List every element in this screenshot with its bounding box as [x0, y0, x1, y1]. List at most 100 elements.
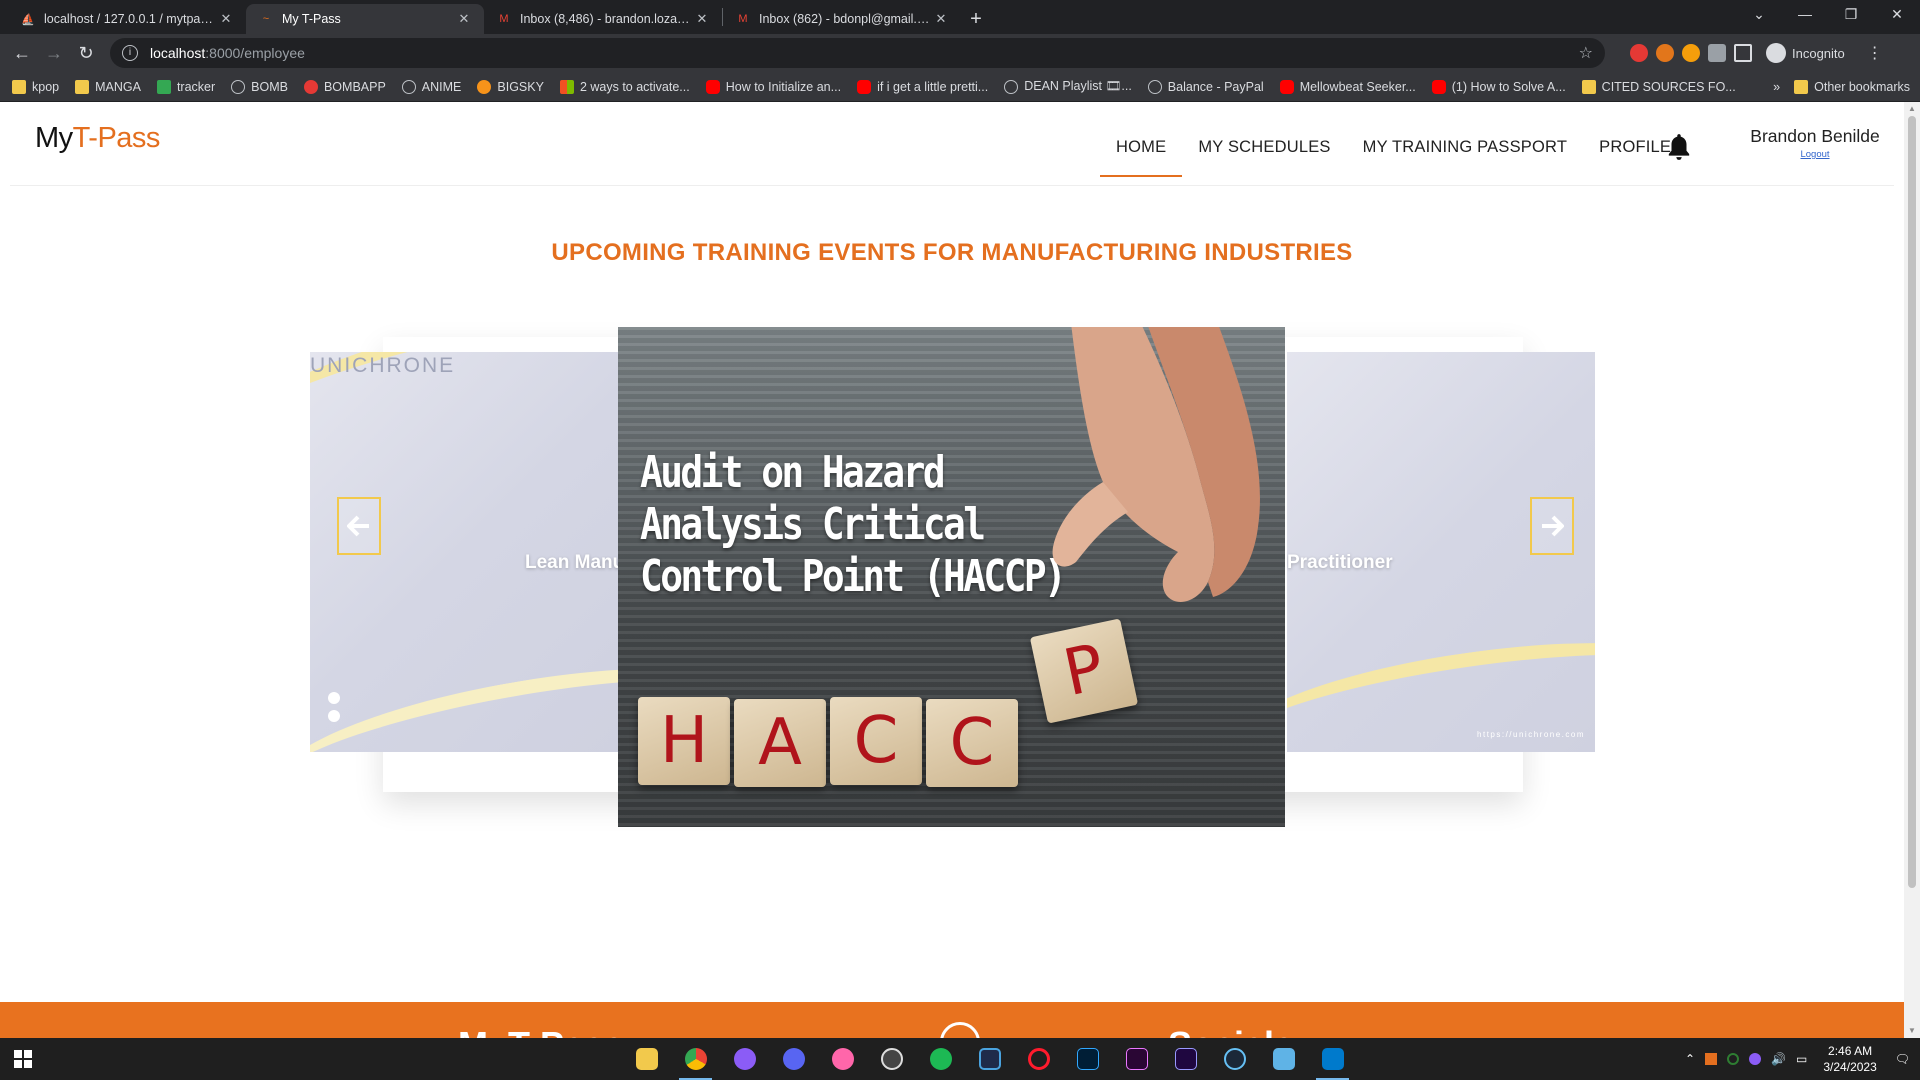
file-explorer-icon[interactable]: [622, 1038, 671, 1080]
bookmark-item[interactable]: BIGSKY: [477, 79, 544, 94]
bookmark-item[interactable]: How to Initialize an...: [705, 79, 841, 94]
discord-icon[interactable]: [769, 1038, 818, 1080]
carousel-prev-button[interactable]: [337, 497, 381, 555]
close-tab-icon[interactable]: ✕: [933, 11, 949, 27]
clock-time: 2:46 AM: [1828, 1044, 1873, 1058]
facebook-icon: [328, 692, 340, 704]
tray-messenger-icon[interactable]: [1749, 1053, 1762, 1065]
profile-button[interactable]: Incognito: [1766, 43, 1845, 63]
extension-red-icon[interactable]: [1630, 44, 1648, 62]
bookmark-item[interactable]: Balance - PayPal: [1147, 79, 1264, 94]
bookmark-item[interactable]: (1) How to Solve A...: [1431, 79, 1566, 94]
tab-gmail-2[interactable]: M Inbox (862) - bdonpl@gmail.com ✕: [723, 4, 961, 34]
decorative-swoosh: [310, 639, 618, 752]
site-info-icon[interactable]: i: [122, 45, 138, 61]
spotify-icon[interactable]: [916, 1038, 965, 1080]
tab-title: My T-Pass: [282, 12, 341, 26]
notification-bell-icon[interactable]: [1666, 132, 1692, 162]
bookmark-item[interactable]: if i get a little pretti...: [857, 79, 988, 94]
block-c2: C: [926, 699, 1018, 787]
new-tab-button[interactable]: +: [961, 4, 991, 34]
windows-start-icon[interactable]: [0, 1038, 46, 1080]
scrollbar-thumb[interactable]: [1908, 116, 1916, 888]
globe-icon: [1147, 79, 1162, 94]
close-tab-icon[interactable]: ✕: [218, 11, 234, 27]
close-tab-icon[interactable]: ✕: [456, 11, 472, 27]
incognito-icon: [1766, 43, 1786, 63]
scroll-up-icon[interactable]: ▲: [1904, 102, 1920, 116]
bookmark-item[interactable]: CITED SOURCES FO...: [1581, 79, 1736, 94]
tab-phpmyadmin[interactable]: ⛵ localhost / 127.0.0.1 / mytpass / ✕: [8, 4, 246, 34]
osu-icon[interactable]: [818, 1038, 867, 1080]
arrow-right-icon: [1542, 515, 1564, 537]
bookmark-item[interactable]: Mellowbeat Seeker...: [1279, 79, 1416, 94]
phpmyadmin-icon: ⛵: [21, 13, 35, 26]
extension-metamask-icon[interactable]: [1656, 44, 1674, 62]
site-logo[interactable]: MyT-Pass: [35, 122, 160, 155]
browser-menu-icon[interactable]: ⋮: [1867, 43, 1883, 63]
premiere-icon[interactable]: [1112, 1038, 1161, 1080]
vscode-icon[interactable]: [1308, 1038, 1357, 1080]
scroll-down-icon[interactable]: ▼: [1904, 1024, 1920, 1038]
bookmark-item[interactable]: 2 ways to activate...: [559, 79, 690, 94]
url-field[interactable]: i localhost:8000/employee ☆: [110, 38, 1605, 68]
tab-my-tpass[interactable]: ~ My T-Pass ✕: [246, 4, 484, 34]
restore-icon[interactable]: ❐: [1828, 0, 1874, 30]
back-icon[interactable]: ←: [6, 37, 38, 69]
user-name[interactable]: Brandon Benilde: [1740, 126, 1890, 147]
tray-chevron-icon[interactable]: ⌃: [1685, 1052, 1695, 1066]
folder-icon: [1794, 80, 1809, 94]
tab-gmail-1[interactable]: M Inbox (8,486) - brandon.lozano@ ✕: [484, 4, 722, 34]
chrome-icon[interactable]: [671, 1038, 720, 1080]
close-window-icon[interactable]: ✕: [1874, 0, 1920, 30]
tab-title: localhost / 127.0.0.1 / mytpass /: [44, 12, 218, 26]
extension-orange-icon[interactable]: [1682, 44, 1700, 62]
after-effects-icon[interactable]: [1161, 1038, 1210, 1080]
section-title: UPCOMING TRAINING EVENTS FOR MANUFACTURI…: [551, 239, 1353, 266]
twitter-icon: [328, 710, 340, 722]
nav-home[interactable]: HOME: [1100, 126, 1183, 177]
carousel-slide-active[interactable]: Audit on Hazard Analysis Critical Contro…: [618, 327, 1285, 827]
tab-search-icon[interactable]: ⌄: [1736, 0, 1782, 30]
bookmark-item[interactable]: BOMBAPP: [303, 79, 386, 94]
bookmark-star-icon[interactable]: ☆: [1579, 43, 1593, 63]
side-panel-icon[interactable]: [1734, 44, 1752, 62]
steam-icon[interactable]: [1210, 1038, 1259, 1080]
system-clock[interactable]: 2:46 AM 3/24/2023: [1823, 1043, 1876, 1075]
taskbar-apps: [622, 1038, 1357, 1080]
tray-network-icon[interactable]: [1727, 1053, 1740, 1065]
nav-my-training-passport[interactable]: MY TRAINING PASSPORT: [1347, 126, 1584, 177]
forward-icon[interactable]: →: [38, 37, 70, 69]
bookmark-item[interactable]: kpop: [12, 79, 59, 94]
carousel-next-button[interactable]: [1530, 497, 1574, 555]
bookmark-item[interactable]: BOMB: [231, 79, 288, 94]
minimize-icon[interactable]: —: [1782, 0, 1828, 30]
vegas-icon[interactable]: [965, 1038, 1014, 1080]
site-footer: MyT-Pass Socials: [0, 1002, 1904, 1038]
tray-app-icon[interactable]: [1705, 1053, 1718, 1065]
nav-my-schedules[interactable]: MY SCHEDULES: [1182, 126, 1346, 177]
bookmark-item[interactable]: MANGA: [75, 79, 141, 94]
reload-icon[interactable]: ↻: [70, 37, 102, 69]
wifi-icon[interactable]: ▭: [1796, 1052, 1807, 1066]
photoshop-icon[interactable]: [1063, 1038, 1112, 1080]
bookmark-item[interactable]: tracker: [156, 79, 215, 94]
notification-center-icon[interactable]: 🗨: [1895, 1052, 1910, 1066]
volume-icon[interactable]: 🔊: [1771, 1052, 1786, 1066]
app-blue-icon[interactable]: [1259, 1038, 1308, 1080]
page-scrollbar[interactable]: ▲ ▼: [1904, 102, 1920, 1038]
folder-icon: [75, 79, 90, 94]
other-bookmarks[interactable]: Other bookmarks: [1794, 80, 1910, 94]
unichrone-brand: UNICHRONE: [310, 354, 456, 377]
obs-icon[interactable]: [867, 1038, 916, 1080]
opera-icon[interactable]: [1014, 1038, 1063, 1080]
bookmark-item[interactable]: ANIME: [401, 79, 461, 94]
logout-link[interactable]: Logout: [1740, 149, 1890, 160]
site-icon: ~: [262, 13, 270, 25]
bookmarks-overflow-button[interactable]: »: [1773, 80, 1780, 94]
bookmark-item[interactable]: DEAN Playlist 🎞...: [1004, 79, 1132, 94]
slide-headline: Audit on Hazard Analysis Critical Contro…: [640, 447, 1067, 603]
messenger-icon[interactable]: [720, 1038, 769, 1080]
extensions-puzzle-icon[interactable]: [1708, 44, 1726, 62]
close-tab-icon[interactable]: ✕: [694, 11, 710, 27]
